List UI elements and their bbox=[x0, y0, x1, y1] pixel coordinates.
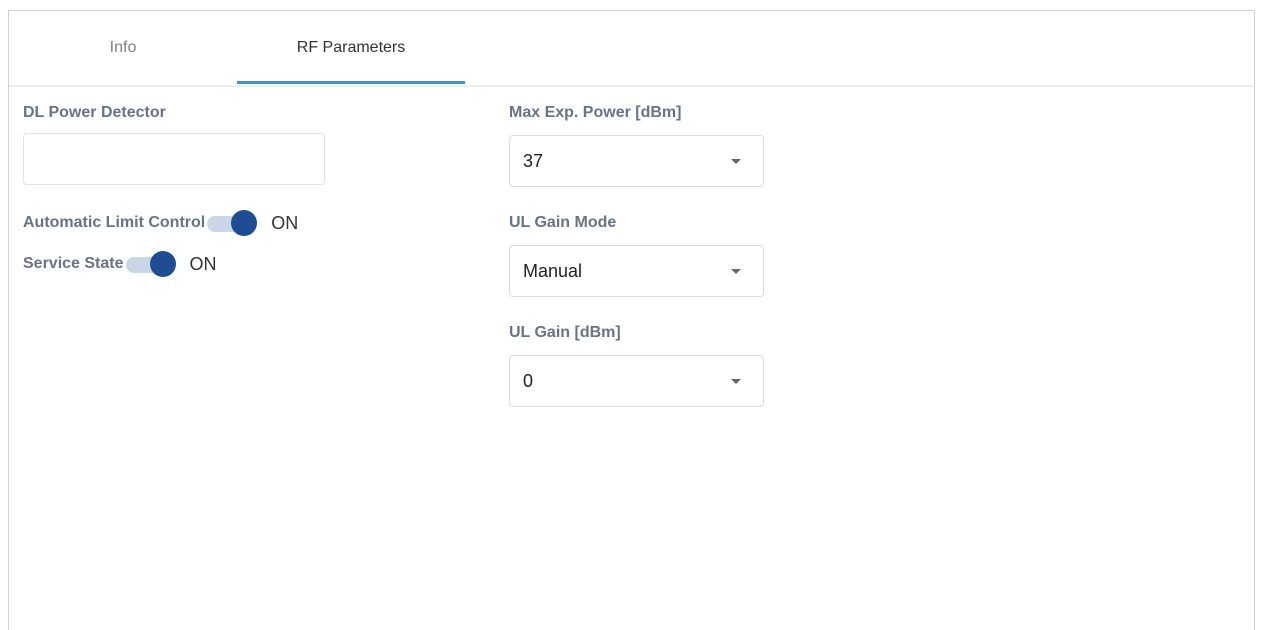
automatic-limit-control-state: ON bbox=[271, 212, 299, 233]
ul-gain-value: 0 bbox=[523, 371, 534, 391]
caret-down-icon bbox=[731, 269, 741, 274]
caret-down-icon bbox=[731, 159, 741, 164]
dl-power-detector-field[interactable] bbox=[23, 133, 325, 185]
service-state-row: Service State ON bbox=[23, 250, 217, 278]
max-exp-power-value: 37 bbox=[523, 151, 544, 171]
automatic-limit-control-row: Automatic Limit Control ON bbox=[23, 209, 298, 237]
tab-info[interactable]: Info bbox=[9, 11, 237, 85]
active-tab-indicator bbox=[237, 81, 465, 84]
toggle-knob bbox=[149, 251, 176, 277]
max-exp-power-label: Max Exp. Power [dBm] bbox=[509, 104, 682, 121]
ul-gain-mode-value: Manual bbox=[523, 261, 583, 281]
automatic-limit-control-label: Automatic Limit Control bbox=[23, 214, 206, 231]
tab-rf-parameters[interactable]: RF Parameters bbox=[237, 11, 465, 85]
max-exp-power-select[interactable]: 37 bbox=[509, 135, 764, 187]
ul-gain-mode-label: UL Gain Mode bbox=[509, 214, 617, 231]
toggle-knob bbox=[231, 210, 258, 236]
rf-parameters-panel: Info RF Parameters DL Power Detector Aut… bbox=[8, 10, 1255, 630]
ul-gain-mode-select[interactable]: Manual bbox=[509, 245, 764, 297]
ul-gain-select[interactable]: 0 bbox=[509, 355, 764, 407]
service-state-label: Service State bbox=[23, 255, 124, 272]
caret-down-icon bbox=[731, 379, 741, 384]
dl-power-detector-label: DL Power Detector bbox=[23, 104, 166, 121]
service-state-toggle[interactable] bbox=[125, 250, 176, 278]
tab-bar: Info RF Parameters bbox=[9, 11, 1254, 87]
automatic-limit-control-toggle[interactable] bbox=[207, 209, 258, 237]
ul-gain-label: UL Gain [dBm] bbox=[509, 324, 621, 341]
service-state-state: ON bbox=[189, 253, 217, 274]
